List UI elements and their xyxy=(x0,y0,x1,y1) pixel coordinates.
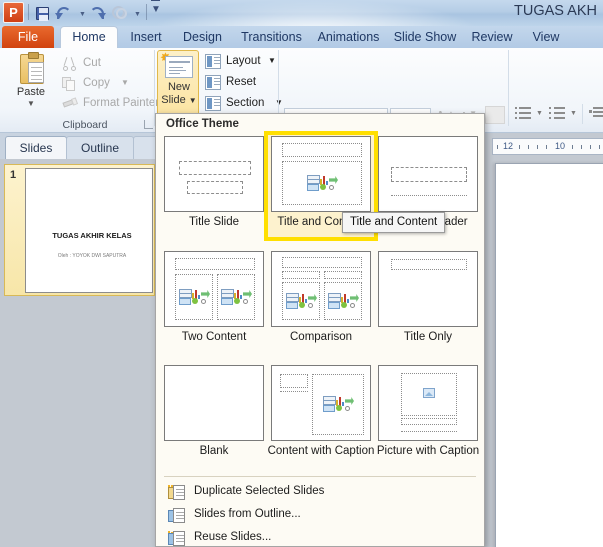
powerpoint-window: P ▼ ▼ ▼ TUGAS AKH File Home Insert Desig… xyxy=(0,0,603,547)
slide-preview: TUGAS AKHIR KELAS Oleh : YOYOK DWI SAPUT… xyxy=(25,168,153,293)
ruler-label-12: 12 xyxy=(503,141,514,151)
layout-label[interactable]: Layout xyxy=(226,55,261,67)
clear-formatting-icon[interactable] xyxy=(485,106,505,124)
slides-from-outline-icon xyxy=(168,508,185,524)
menu-slides-outline-label: Slides from Outline... xyxy=(194,508,301,520)
customize-qat-icon[interactable]: ▼ xyxy=(151,0,161,15)
group-divider-3 xyxy=(508,50,509,126)
pane-tab-outline[interactable]: Outline xyxy=(66,136,134,159)
copy-label[interactable]: Copy xyxy=(83,77,110,89)
new-slide-thumbnail-icon xyxy=(165,56,193,78)
new-slide-button[interactable]: ✸ NewSlide ▼ xyxy=(157,50,199,120)
layout-dropdown-icon[interactable]: ▼ xyxy=(268,56,276,65)
paste-dropdown-icon[interactable]: ▼ xyxy=(8,99,54,108)
ruler-label-10: 10 xyxy=(555,141,566,151)
cut-label[interactable]: Cut xyxy=(83,57,101,69)
reset-label[interactable]: Reset xyxy=(226,76,256,88)
layout-tooltip: Title and Content xyxy=(342,212,446,233)
repeat-icon[interactable] xyxy=(110,4,128,22)
copy-icon xyxy=(62,76,78,92)
save-icon[interactable] xyxy=(33,4,51,22)
menu-reuse-slides-label: Reuse Slides... xyxy=(194,531,272,543)
slides-outline-tabstrip: Slides Outline xyxy=(0,133,163,159)
tab-slide-show[interactable]: Slide Show xyxy=(390,26,460,48)
paste-label: Paste xyxy=(16,86,46,98)
powerpoint-logo-icon: P xyxy=(3,2,24,23)
numbering-dropdown-icon[interactable]: ▼ xyxy=(570,110,577,117)
tab-home[interactable]: Home xyxy=(60,26,118,48)
bullets-dropdown-icon[interactable]: ▼ xyxy=(536,110,543,117)
tab-transitions[interactable]: Transitions xyxy=(234,26,309,48)
tab-file[interactable]: File xyxy=(2,26,54,48)
section-label[interactable]: Section xyxy=(226,97,264,109)
slide-title-text: TUGAS AKHIR KELAS xyxy=(52,231,132,240)
paste-button[interactable]: Paste ▼ xyxy=(8,52,54,116)
undo-icon[interactable] xyxy=(55,4,73,22)
new-slide-layout-gallery: Office Theme Title Slide Title and Conte… xyxy=(155,113,485,547)
paragraph-divider xyxy=(582,104,583,124)
slide-number: 1 xyxy=(10,169,17,181)
duplicate-slides-icon xyxy=(168,485,185,501)
redo-icon[interactable] xyxy=(88,4,106,22)
qat-divider xyxy=(28,4,29,20)
ribbon-tab-strip: File Home Insert Design Transitions Anim… xyxy=(0,26,603,48)
section-icon xyxy=(205,96,221,111)
slide-canvas[interactable] xyxy=(495,163,603,547)
tab-insert[interactable]: Insert xyxy=(122,26,170,48)
cut-icon xyxy=(62,56,78,72)
tab-view[interactable]: View xyxy=(524,26,568,48)
menu-duplicate-label: Duplicate Selected Slides xyxy=(194,485,325,497)
copy-dropdown-icon[interactable]: ▼ xyxy=(121,78,129,87)
pane-tab-slides[interactable]: Slides xyxy=(5,136,67,159)
bullets-icon[interactable] xyxy=(515,106,533,120)
tab-review[interactable]: Review xyxy=(465,26,519,48)
layout-icon xyxy=(205,54,221,69)
tab-animations[interactable]: Animations xyxy=(312,26,385,48)
menu-divider xyxy=(164,476,476,477)
layout-title-slide-label: Title Slide xyxy=(188,216,240,228)
tab-design[interactable]: Design xyxy=(175,26,230,48)
decrease-indent-icon[interactable] xyxy=(589,106,603,120)
clipboard-icon xyxy=(20,52,44,84)
layout-two-content-label: Two Content xyxy=(181,331,247,343)
slides-pane[interactable]: 1 TUGAS AKHIR KELAS Oleh : YOYOK DWI SAP… xyxy=(0,159,155,547)
layout-comparison-label: Comparison xyxy=(290,331,352,343)
window-title: TUGAS AKH xyxy=(514,3,597,19)
format-painter-label[interactable]: Format Painter xyxy=(83,97,159,109)
reuse-slides-icon xyxy=(168,531,185,547)
slide-subtitle-text: Oleh : YOYOK DWI SAPUTRA xyxy=(57,253,127,259)
titlebar-glow xyxy=(150,0,480,26)
horizontal-ruler: 12 10 xyxy=(492,138,603,155)
slide-thumbnail-item[interactable]: 1 TUGAS AKHIR KELAS Oleh : YOYOK DWI SAP… xyxy=(4,164,155,296)
menu-duplicate-selected-slides[interactable]: Duplicate Selected Slides xyxy=(156,482,484,504)
numbering-icon[interactable] xyxy=(549,106,567,120)
title-bar: P ▼ ▼ ▼ TUGAS AKH xyxy=(0,0,603,26)
qat-divider-2 xyxy=(146,4,147,20)
menu-reuse-slides[interactable]: Reuse Slides... xyxy=(156,528,484,547)
layout-blank-label: Blank xyxy=(199,445,229,457)
layout-picture-with-caption-label: Picture with Caption xyxy=(376,445,480,457)
clipboard-group-label: Clipboard xyxy=(62,119,108,131)
format-painter-icon xyxy=(62,96,79,112)
layout-content-with-caption-label: Content with Caption xyxy=(267,445,375,457)
reset-icon xyxy=(205,75,221,90)
new-slide-label: New Slide ▼ xyxy=(161,81,197,106)
layout-title-only-label: Title Only xyxy=(403,331,453,343)
clipboard-dialog-launcher-icon[interactable] xyxy=(144,120,153,129)
menu-slides-from-outline[interactable]: Slides from Outline... xyxy=(156,505,484,527)
